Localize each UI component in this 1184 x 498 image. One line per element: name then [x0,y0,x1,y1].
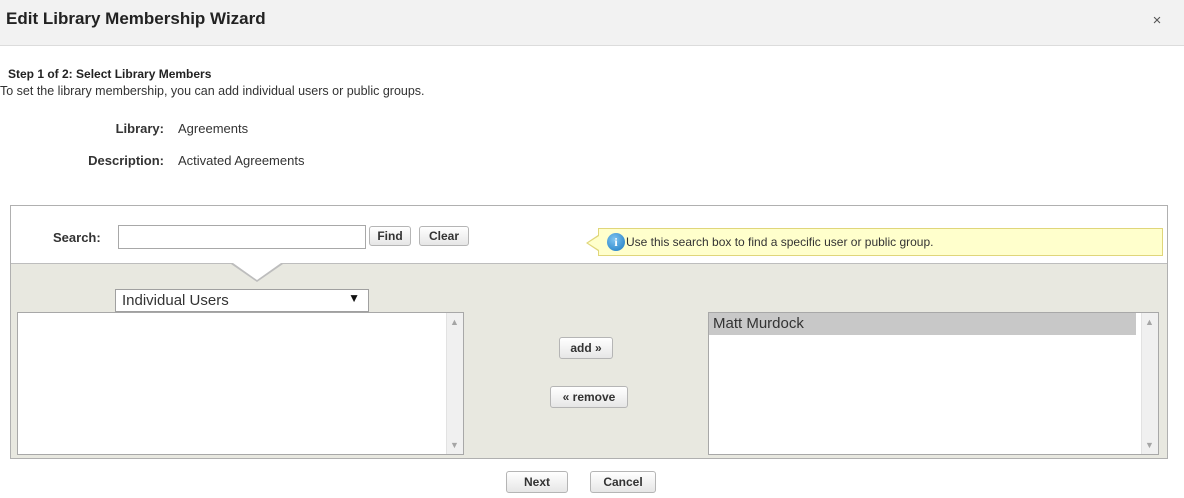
member-type-value: Individual Users [122,292,229,309]
search-label: Search: [53,230,101,245]
close-icon[interactable]: × [1149,13,1165,29]
search-tooltip: i Use this search box to find a specific… [598,228,1163,256]
available-list-scrollbar[interactable]: ▲ ▼ [446,313,463,454]
notch [233,263,281,280]
selected-members-list[interactable]: Matt Murdock ▲ ▼ [708,312,1159,455]
next-button[interactable]: Next [506,471,568,493]
scroll-down-icon[interactable]: ▼ [1145,440,1154,450]
cancel-button[interactable]: Cancel [590,471,656,493]
step-instruction: To set the library membership, you can a… [0,84,425,98]
search-row: Search: Find Clear i Use this search box… [11,206,1167,264]
search-input[interactable] [118,225,366,249]
scroll-up-icon[interactable]: ▲ [450,317,459,327]
chevron-down-icon: ▼ [348,291,360,305]
add-button[interactable]: add » [559,337,613,359]
selected-list-scrollbar[interactable]: ▲ ▼ [1141,313,1158,454]
description-value: Activated Agreements [178,153,305,168]
info-icon: i [607,233,625,251]
member-type-select[interactable]: Individual Users ▼ [115,289,369,312]
tooltip-arrow-fill [588,236,599,250]
membership-panel: Search: Find Clear i Use this search box… [10,205,1168,459]
available-members-list[interactable]: ▲ ▼ [17,312,464,455]
dialog-title: Edit Library Membership Wizard [6,9,266,28]
scroll-down-icon[interactable]: ▼ [450,440,459,450]
list-item[interactable]: Matt Murdock [709,313,1136,335]
tooltip-text: Use this search box to find a specific u… [626,235,934,249]
scroll-up-icon[interactable]: ▲ [1145,317,1154,327]
remove-button[interactable]: « remove [550,386,628,408]
step-heading: Step 1 of 2: Select Library Members [8,67,212,81]
library-value: Agreements [178,121,249,136]
find-button[interactable]: Find [369,226,411,246]
clear-button[interactable]: Clear [419,226,469,246]
description-label: Description: [88,153,164,168]
dialog-header: Edit Library Membership Wizard × [0,0,1184,46]
library-label: Library: [115,121,164,136]
